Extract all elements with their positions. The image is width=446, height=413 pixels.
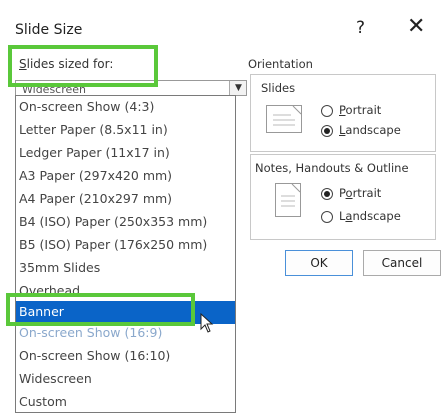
cancel-button[interactable]: Cancel bbox=[363, 250, 441, 276]
slide-size-dropdown-list[interactable]: On-screen Show (4:3) Letter Paper (8.5x1… bbox=[15, 95, 236, 413]
list-item[interactable]: Custom bbox=[19, 394, 67, 409]
slides-landscape-radio[interactable] bbox=[321, 125, 333, 137]
list-item[interactable]: On-screen Show (16:9) bbox=[19, 325, 162, 340]
notes-portrait-radio[interactable] bbox=[321, 188, 333, 200]
portrait-page-icon bbox=[275, 183, 301, 217]
list-item[interactable]: On-screen Show (4:3) bbox=[19, 99, 154, 114]
close-icon[interactable]: ✕ bbox=[407, 14, 425, 39]
list-item[interactable]: B5 (ISO) Paper (176x250 mm) bbox=[19, 237, 207, 252]
mouse-cursor-icon bbox=[200, 313, 214, 333]
slides-group-title: Slides bbox=[261, 81, 296, 95]
notes-landscape-label: Landscape bbox=[339, 209, 401, 223]
list-item[interactable]: 35mm Slides bbox=[19, 260, 100, 275]
list-item[interactable]: Widescreen bbox=[19, 371, 92, 386]
slides-portrait-label: Portrait bbox=[339, 103, 382, 117]
dialog-title: Slide Size bbox=[15, 22, 83, 38]
notes-group-title: Notes, Handouts & Outline bbox=[255, 161, 409, 175]
list-item[interactable]: A4 Paper (210x297 mm) bbox=[19, 191, 172, 206]
notes-orientation-group: Notes, Handouts & Outline Portrait Lands… bbox=[250, 154, 436, 240]
list-item[interactable]: Ledger Paper (11x17 in) bbox=[19, 145, 170, 160]
list-item[interactable]: Letter Paper (8.5x11 in) bbox=[19, 122, 168, 137]
notes-landscape-radio[interactable] bbox=[321, 211, 333, 223]
highlight-box-label bbox=[8, 45, 158, 87]
chevron-down-icon[interactable]: ▼ bbox=[229, 81, 246, 95]
landscape-page-icon bbox=[266, 105, 302, 133]
slides-portrait-radio[interactable] bbox=[321, 105, 333, 117]
notes-portrait-label: Portrait bbox=[339, 186, 382, 200]
help-button[interactable]: ? bbox=[356, 18, 365, 38]
slides-landscape-label: Landscape bbox=[339, 123, 401, 137]
highlight-box-banner bbox=[6, 293, 195, 326]
list-item[interactable]: On-screen Show (16:10) bbox=[19, 348, 170, 363]
ok-button[interactable]: OK bbox=[285, 250, 353, 276]
orientation-title: Orientation bbox=[248, 57, 313, 71]
slides-orientation-group: Slides Portrait Landscape bbox=[250, 74, 436, 152]
list-item[interactable]: A3 Paper (297x420 mm) bbox=[19, 168, 172, 183]
list-item[interactable]: B4 (ISO) Paper (250x353 mm) bbox=[19, 214, 207, 229]
